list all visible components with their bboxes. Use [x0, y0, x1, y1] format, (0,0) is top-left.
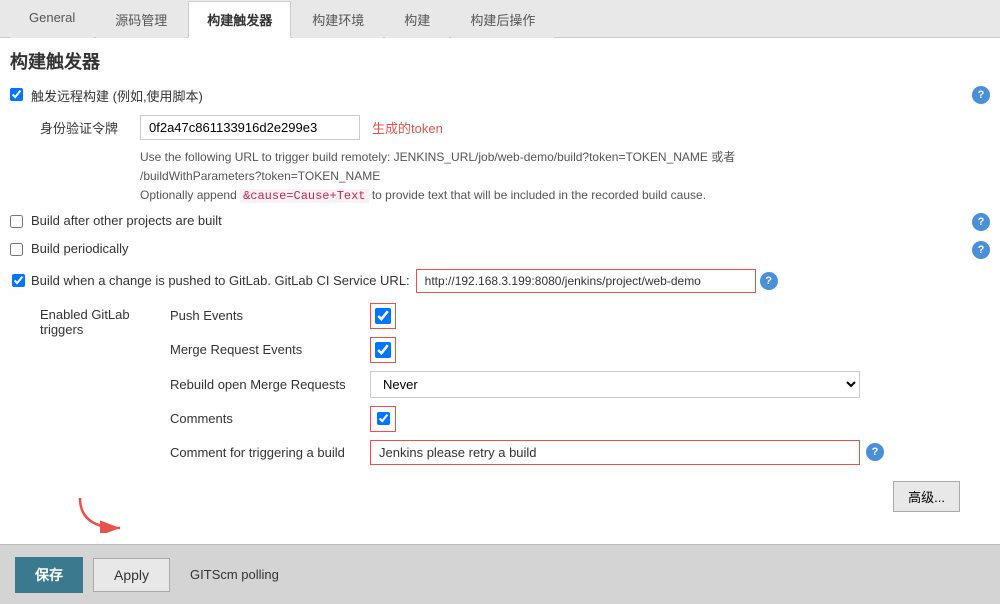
- push-events-checkbox-box: [370, 303, 396, 329]
- comments-checkbox[interactable]: [377, 412, 390, 425]
- tab-env[interactable]: 构建环境: [293, 1, 383, 38]
- build-after-text: Build after other projects are built: [31, 213, 222, 228]
- merge-request-events-checkbox-box: [370, 337, 396, 363]
- token-input[interactable]: [140, 115, 360, 140]
- token-row: 身份验证令牌 生成的token: [40, 115, 990, 140]
- apply-button[interactable]: Apply: [93, 558, 170, 592]
- remote-build-checkbox-col: [10, 86, 23, 104]
- rebuild-merge-select[interactable]: Never On push to source branch On push t…: [370, 371, 860, 398]
- comment-trigger-input[interactable]: [370, 440, 860, 465]
- remote-build-label: 触发远程构建 (例如,使用脚本): [31, 86, 966, 105]
- url-line3-pre: Optionally append: [140, 188, 240, 202]
- rebuild-merge-label: Rebuild open Merge Requests: [170, 377, 370, 392]
- url-line2: /buildWithParameters?token=TOKEN_NAME: [140, 169, 380, 183]
- scm-polling-label: GITScm polling: [190, 567, 279, 582]
- page-title: 构建触发器: [10, 38, 990, 86]
- comment-trigger-help-icon[interactable]: ?: [866, 443, 884, 461]
- url-line3-post: to provide text that will be included in…: [369, 188, 707, 202]
- build-periodically-row: Build periodically ?: [10, 241, 990, 259]
- tab-source[interactable]: 源码管理: [96, 1, 186, 38]
- tab-bar: General 源码管理 构建触发器 构建环境 构建 构建后操作: [0, 0, 1000, 38]
- merge-request-events-row: Merge Request Events: [170, 337, 990, 363]
- push-events-row: Push Events: [170, 303, 990, 329]
- token-label: 身份验证令牌: [40, 118, 140, 137]
- comments-label: Comments: [170, 411, 370, 426]
- bottom-bar: 保存 Apply GITScm polling: [0, 544, 1000, 604]
- build-periodically-label: Build periodically: [31, 241, 968, 256]
- build-after-label: Build after other projects are built: [31, 213, 968, 228]
- build-periodically-text: Build periodically: [31, 241, 129, 256]
- comments-row: Comments: [170, 406, 990, 432]
- url-line3-code: &cause=Cause+Text: [240, 189, 368, 203]
- gitlab-trigger-checkbox[interactable]: [12, 274, 25, 287]
- build-periodically-checkbox-col: [10, 241, 23, 259]
- gitlab-trigger-help-icon[interactable]: ?: [760, 272, 778, 290]
- url-line1: Use the following URL to trigger build r…: [140, 150, 735, 164]
- build-after-checkbox[interactable]: [10, 215, 23, 228]
- remote-build-row: 触发远程构建 (例如,使用脚本) ?: [10, 86, 990, 105]
- tab-triggers[interactable]: 构建触发器: [188, 1, 291, 38]
- save-button[interactable]: 保存: [15, 557, 83, 593]
- gitlab-trigger-label: Build when a change is pushed to GitLab.…: [31, 273, 410, 288]
- remote-build-text: 触发远程构建 (例如,使用脚本): [31, 89, 203, 104]
- push-events-label: Push Events: [170, 308, 370, 323]
- comment-trigger-row: Comment for triggering a build ?: [170, 440, 990, 465]
- rebuild-merge-row: Rebuild open Merge Requests Never On pus…: [170, 371, 990, 398]
- remote-build-checkbox[interactable]: [10, 88, 23, 101]
- remote-build-help-icon[interactable]: ?: [972, 86, 990, 104]
- merge-request-events-label: Merge Request Events: [170, 342, 370, 357]
- enabled-triggers-label: Enabled GitLab triggers: [40, 303, 170, 337]
- gitlab-trigger-row: Build when a change is pushed to GitLab.…: [10, 269, 990, 293]
- tab-build[interactable]: 构建: [385, 1, 449, 38]
- comment-trigger-label: Comment for triggering a build: [170, 445, 370, 460]
- build-periodically-checkbox[interactable]: [10, 243, 23, 256]
- arrow-indicator: [70, 493, 130, 536]
- advanced-button[interactable]: 高级...: [893, 481, 960, 512]
- token-hint: 生成的token: [372, 118, 443, 137]
- tab-general[interactable]: General: [10, 1, 94, 38]
- push-events-checkbox[interactable]: [375, 308, 391, 324]
- build-periodically-help-icon[interactable]: ?: [972, 241, 990, 259]
- build-after-help-icon[interactable]: ?: [972, 213, 990, 231]
- enabled-gitlab-triggers-section: Enabled GitLab triggers Push Events Merg…: [40, 303, 990, 473]
- advanced-button-row: 高级...: [10, 481, 960, 512]
- tab-post[interactable]: 构建后操作: [451, 1, 554, 38]
- triggers-table: Push Events Merge Request Events Rebuild…: [170, 303, 990, 473]
- gitlab-url-input[interactable]: [416, 269, 756, 293]
- url-info: Use the following URL to trigger build r…: [140, 148, 990, 207]
- build-after-checkbox-col: [10, 213, 23, 231]
- main-content: 构建触发器 触发远程构建 (例如,使用脚本) ? 身份验证令牌 生成的token…: [0, 38, 1000, 604]
- comments-checkbox-box: [370, 406, 396, 432]
- merge-request-events-checkbox[interactable]: [375, 342, 391, 358]
- build-after-row: Build after other projects are built ?: [10, 213, 990, 231]
